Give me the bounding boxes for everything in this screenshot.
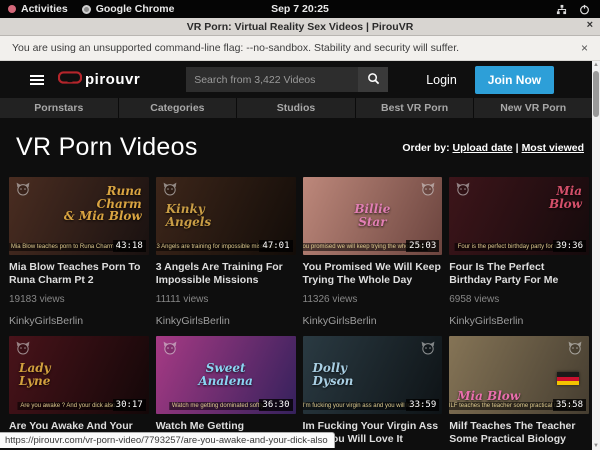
video-duration-badge: 47:01: [259, 240, 292, 252]
video-duration-badge: 33:59: [406, 399, 439, 411]
thumbnail-performer-name: Kinky Angels: [166, 203, 211, 228]
thumbnail-caption: Are you awake ? And your dick also ?: [17, 402, 123, 410]
thumbnail-performer-name: Sweet Analena: [156, 362, 296, 387]
system-top-bar: Activities Google Chrome Sep 7 20:25: [0, 0, 600, 18]
studio-cat-mask-icon: [455, 181, 471, 202]
window-title-bar: VR Porn: Virtual Reality Sex Videos | Pi…: [0, 18, 600, 36]
video-thumbnail[interactable]: Mia Blow Four is the perfect birthday pa…: [449, 177, 589, 255]
chrome-app-label: Google Chrome: [96, 3, 175, 15]
magnifier-icon: [367, 72, 380, 88]
power-icon[interactable]: [579, 4, 590, 15]
video-studio-link[interactable]: KinkyGirlsBerlin: [449, 315, 589, 327]
video-title[interactable]: Mia Blow Teaches Porn To Runa Charm Pt 2: [9, 261, 149, 287]
thumbnail-caption: Watch me getting dominated softly: [169, 402, 267, 410]
studio-cat-mask-icon: [162, 340, 178, 361]
site-logo-text: pirouvr: [85, 71, 140, 88]
network-icon[interactable]: [556, 4, 567, 15]
video-title[interactable]: You Promised We Will Keep Trying The Who…: [303, 261, 443, 287]
video-duration-badge: 30:17: [113, 399, 146, 411]
menu-item-best-vr-porn[interactable]: Best VR Porn: [356, 98, 474, 118]
video-duration-badge: 36:30: [259, 399, 292, 411]
studio-cat-mask-icon: [15, 181, 31, 202]
video-studio-link[interactable]: KinkyGirlsBerlin: [9, 315, 149, 327]
thumbnail-performer-name: Dolly Dyson: [313, 362, 354, 387]
activities-label: Activities: [21, 3, 68, 15]
window-close-icon[interactable]: ×: [587, 19, 593, 31]
studio-cat-mask-icon: [420, 181, 436, 202]
login-link[interactable]: Login: [426, 73, 457, 87]
video-views: 6958 views: [449, 294, 589, 305]
video-thumbnail[interactable]: Sweet Analena Watch me getting dominated…: [156, 336, 296, 414]
order-separator: |: [516, 142, 519, 154]
video-card[interactable]: Kinky Angels 3 Angels are training for i…: [156, 177, 296, 327]
studio-cat-mask-icon: [567, 340, 583, 361]
menu-item-categories[interactable]: Categories: [119, 98, 237, 118]
status-url-tooltip: https://pirouvr.com/vr-porn-video/779325…: [0, 432, 335, 448]
site-logo[interactable]: pirouvr: [58, 71, 140, 89]
page-title: VR Porn Videos: [16, 133, 198, 162]
thumbnail-performer-name: Mia Blow: [457, 390, 520, 403]
video-duration-badge: 39:36: [553, 240, 586, 252]
order-by-label: Order by:: [402, 142, 449, 154]
warning-close-icon[interactable]: ×: [581, 41, 588, 55]
video-thumbnail[interactable]: Billie Star You promised we will keep tr…: [303, 177, 443, 255]
chrome-icon: [82, 5, 91, 14]
video-title[interactable]: Four Is The Perfect Birthday Party For M…: [449, 261, 589, 287]
video-views: 19183 views: [9, 294, 149, 305]
video-studio-link[interactable]: KinkyGirlsBerlin: [303, 315, 443, 327]
video-duration-badge: 43:18: [113, 240, 146, 252]
video-card[interactable]: Runa Charm & Mia Blow Mia Blow teaches p…: [9, 177, 149, 327]
video-card[interactable]: Billie Star You promised we will keep tr…: [303, 177, 443, 327]
vertical-scrollbar[interactable]: ▲ ▼: [592, 61, 600, 450]
thumbnail-performer-name: Runa Charm & Mia Blow: [64, 185, 142, 223]
menu-item-pornstars[interactable]: Pornstars: [0, 98, 118, 118]
search-input[interactable]: [186, 67, 358, 92]
video-studio-link[interactable]: KinkyGirlsBerlin: [156, 315, 296, 327]
search-button[interactable]: [358, 67, 388, 92]
thumbnail-caption: Four is the perfect birthday party for m…: [455, 243, 566, 251]
thumbnail-performer-name: Lady Lyne: [19, 362, 51, 387]
scrollbar-thumb[interactable]: [593, 71, 599, 117]
german-flag-icon: [557, 372, 579, 385]
order-by-controls: Order by: Upload date|Most viewed: [402, 142, 584, 154]
video-title[interactable]: Milf Teaches The Teacher Some Practical …: [449, 420, 589, 446]
studio-cat-mask-icon: [15, 340, 31, 361]
main-menu: Pornstars Categories Studios Best VR Por…: [0, 98, 592, 118]
menu-item-studios[interactable]: Studios: [237, 98, 355, 118]
studio-cat-mask-icon: [162, 181, 178, 202]
video-title[interactable]: 3 Angels Are Training For Impossible Mis…: [156, 261, 296, 287]
video-thumbnail[interactable]: Lady Lyne Are you awake ? And your dick …: [9, 336, 149, 414]
video-grid: Runa Charm & Mia Blow Mia Blow teaches p…: [9, 177, 589, 450]
video-thumbnail[interactable]: Dolly Dyson I'm fucking your virgin ass …: [303, 336, 443, 414]
video-views: 11326 views: [303, 294, 443, 305]
activities-dot-icon: [8, 5, 16, 13]
menu-item-new-vr-porn[interactable]: New VR Porn: [474, 98, 592, 118]
window-title: VR Porn: Virtual Reality Sex Videos | Pi…: [187, 21, 414, 33]
warning-message: You are using an unsupported command-lin…: [12, 42, 459, 54]
video-duration-badge: 25:03: [406, 240, 439, 252]
order-upload-date-link[interactable]: Upload date: [453, 142, 513, 154]
page-content: ▲ ▼ pirouvr Login Join Now Pornstars Cat…: [0, 61, 600, 450]
video-thumbnail[interactable]: Mia Blow MILF teaches the teacher some p…: [449, 336, 589, 414]
thumbnail-performer-name: Mia Blow: [549, 185, 582, 210]
chrome-warning-bar: You are using an unsupported command-lin…: [0, 36, 600, 61]
join-now-button[interactable]: Join Now: [475, 66, 554, 94]
scroll-up-icon[interactable]: ▲: [593, 61, 599, 69]
vr-goggles-icon: [58, 71, 82, 89]
scroll-down-icon[interactable]: ▼: [593, 442, 599, 450]
search-bar: [186, 67, 388, 92]
video-thumbnail[interactable]: Kinky Angels 3 Angels are training for i…: [156, 177, 296, 255]
chrome-app-menu[interactable]: Google Chrome: [82, 3, 175, 15]
site-navbar: pirouvr Login Join Now: [0, 61, 600, 98]
studio-cat-mask-icon: [420, 340, 436, 361]
video-card[interactable]: Mia Blow Four is the perfect birthday pa…: [449, 177, 589, 327]
video-card[interactable]: Mia Blow MILF teaches the teacher some p…: [449, 336, 589, 450]
activities-button[interactable]: Activities: [8, 3, 68, 15]
video-thumbnail[interactable]: Runa Charm & Mia Blow Mia Blow teaches p…: [9, 177, 149, 255]
hamburger-menu-icon[interactable]: [30, 75, 44, 85]
video-duration-badge: 35:58: [553, 399, 586, 411]
order-most-viewed-link[interactable]: Most viewed: [522, 142, 584, 154]
thumbnail-performer-name: Billie Star: [303, 203, 443, 228]
video-views: 11111 views: [156, 294, 296, 305]
